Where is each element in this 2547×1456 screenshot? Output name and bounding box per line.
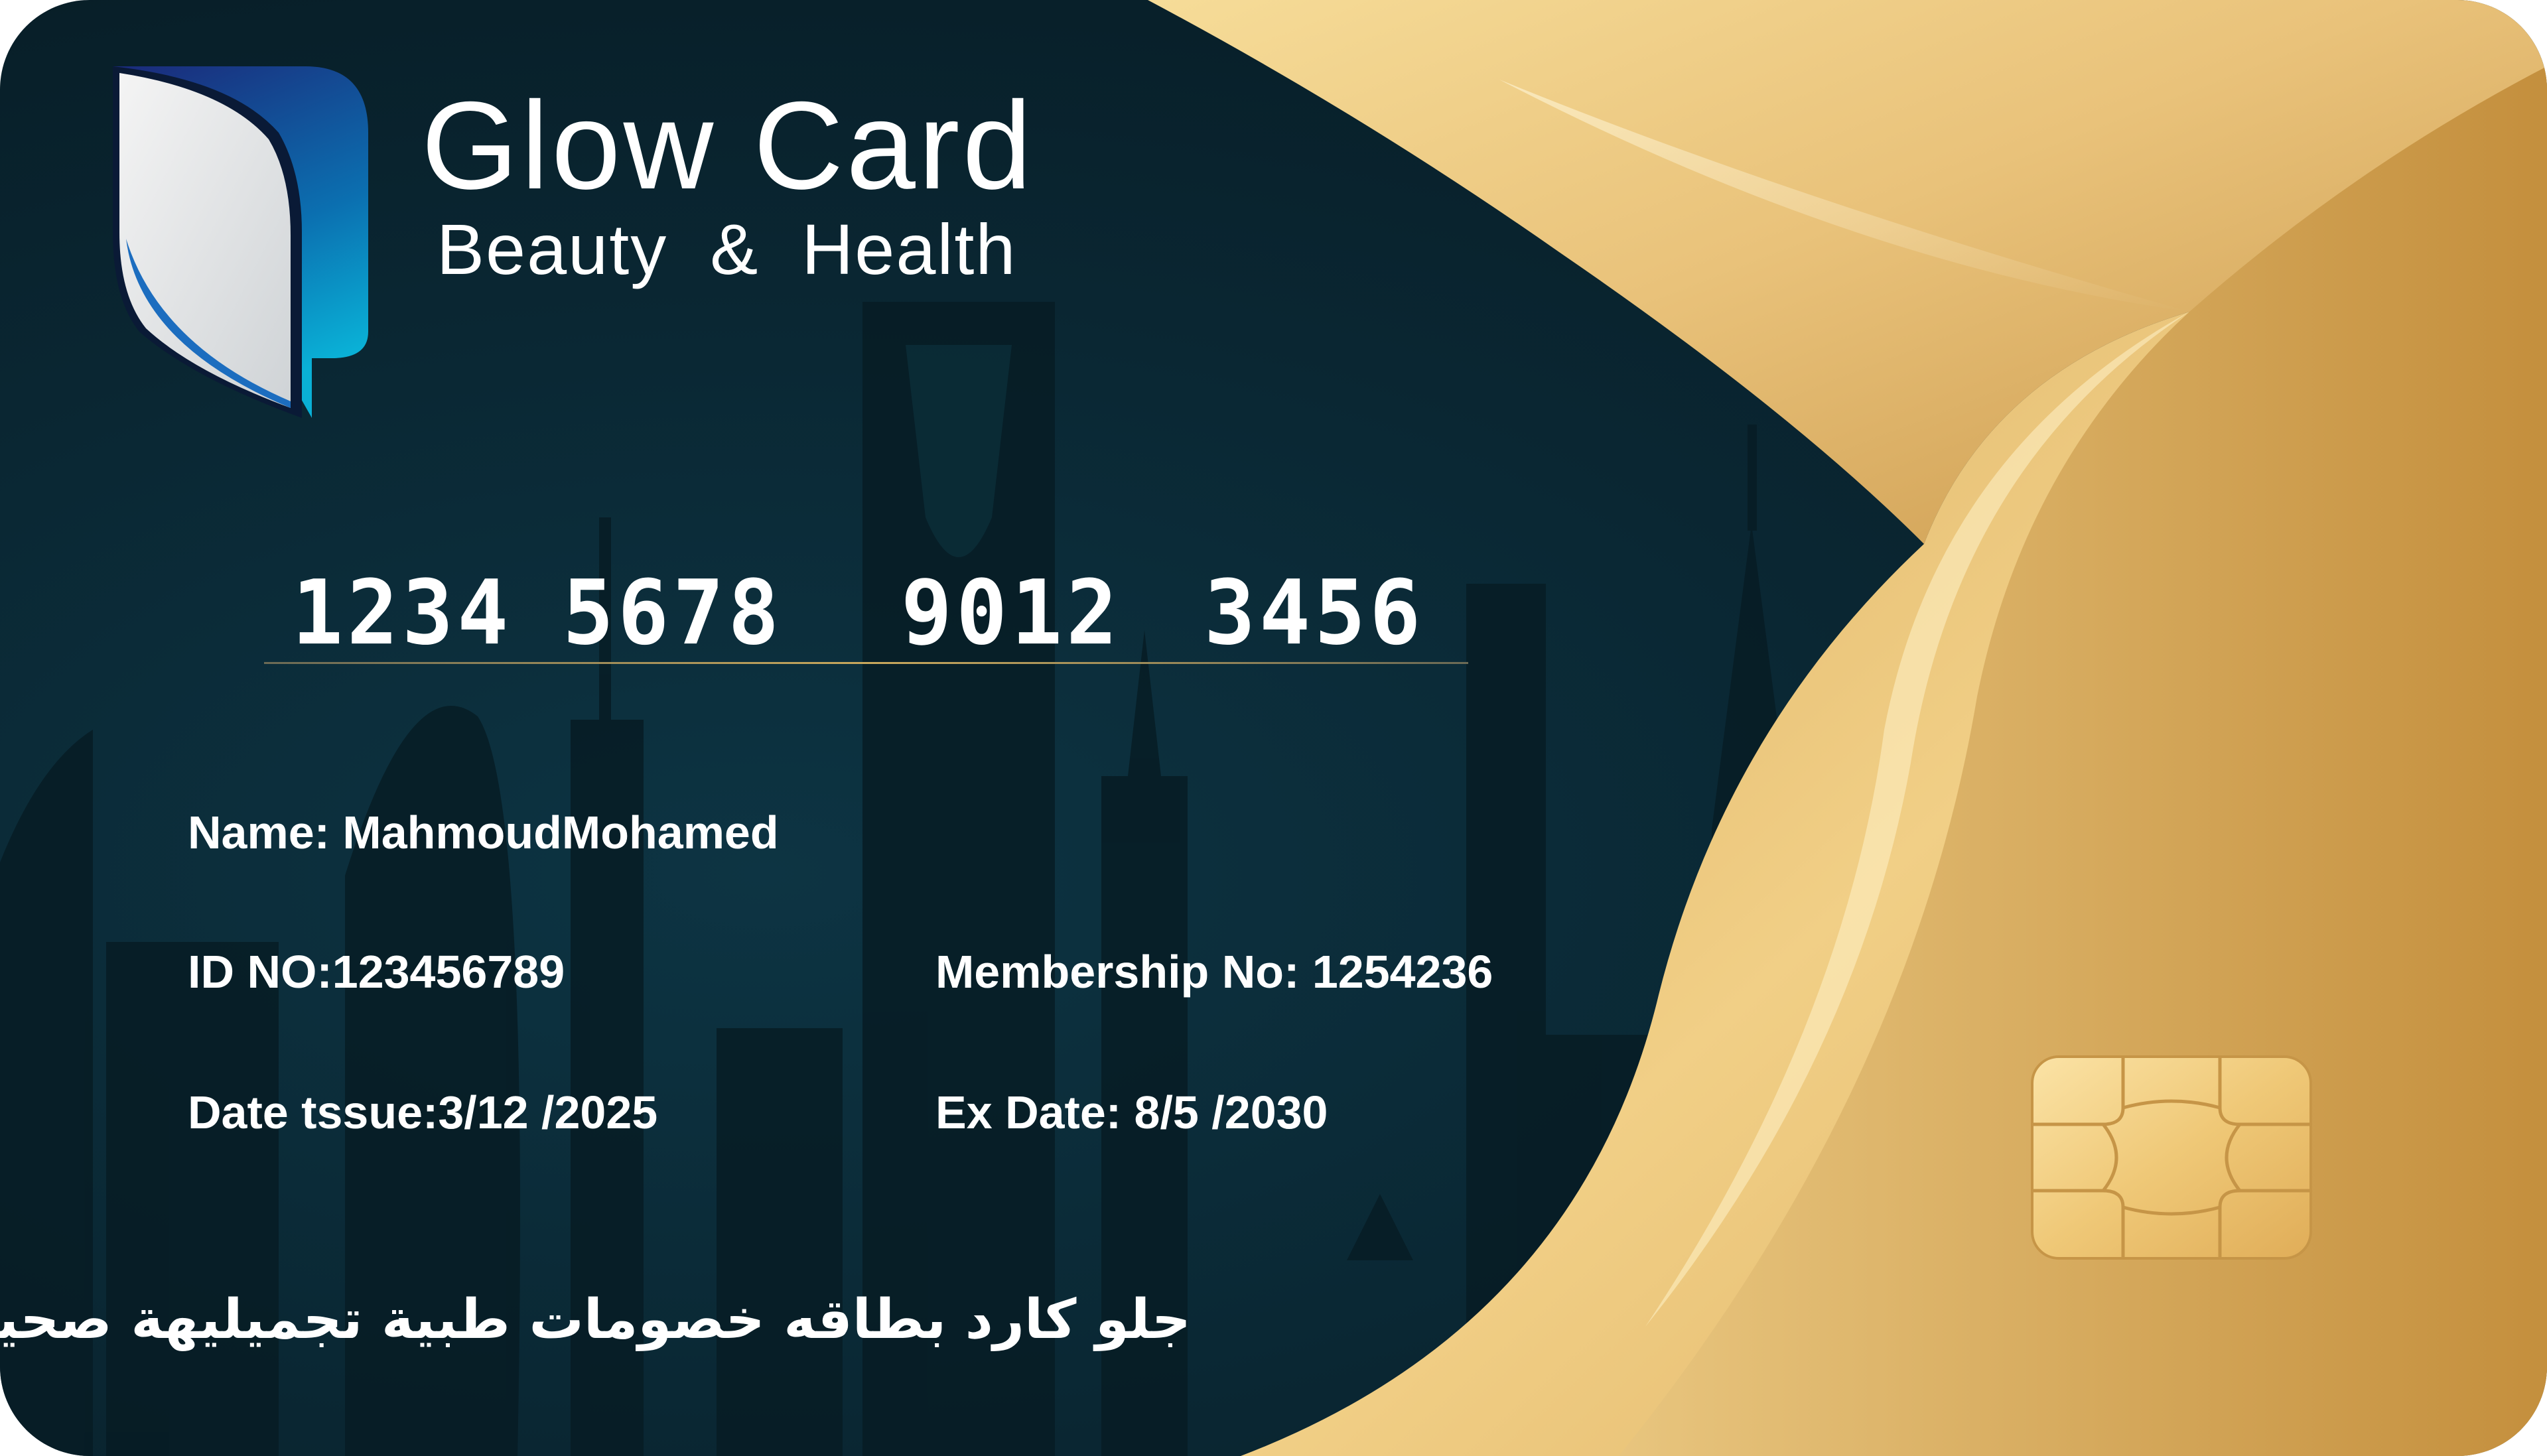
brand-subtitle: Beauty & Health <box>437 209 1017 289</box>
chip-icon <box>2031 1055 2312 1260</box>
card-number-group-1: 1234 <box>292 561 513 665</box>
id-number: ID NO:123456789 <box>188 946 565 998</box>
card-number-group-4: 3456 <box>1204 561 1425 665</box>
expiry-date: Ex Date: 8/5 /2030 <box>935 1087 1328 1138</box>
membership-card: Glow Card Beauty & Health 1234 5678 9012… <box>0 0 2547 1456</box>
card-number-underline <box>264 662 1468 664</box>
membership-number: Membership No: 1254236 <box>935 946 1493 998</box>
card-number-group-3: 9012 <box>901 561 1122 665</box>
arabic-tagline: جلو كارد بطاقه خصومات طبية تجميليهة صحية <box>0 1288 1191 1351</box>
holder-name: Name: MahmoudMohamed <box>188 807 779 858</box>
brand-title: Glow Card <box>421 76 1035 215</box>
card-number-group-2: 5678 <box>563 561 784 665</box>
leaf-logo-icon <box>113 66 368 418</box>
issue-date: Date tssue:3/12 /2025 <box>188 1087 658 1138</box>
